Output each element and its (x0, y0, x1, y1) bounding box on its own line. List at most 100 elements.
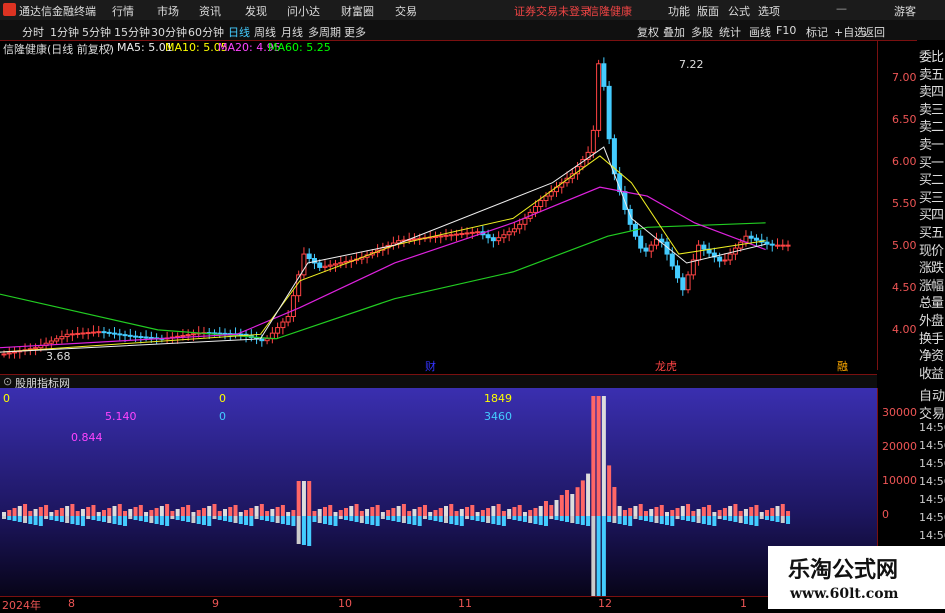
period-tab-9[interactable]: 多周期 (308, 24, 341, 40)
volume-bar (286, 512, 291, 516)
candles (1, 57, 791, 359)
quote-panel: 委比 卖五 卖四 卖三 卖二 卖一 买一 买二 买三 买四 买五 现价 涨跌 涨幅 总量 外盘 换手 净资 收益 (917, 40, 945, 385)
quote-row: 涨跌 (919, 261, 944, 277)
volume-bar (175, 509, 180, 516)
candle-body (506, 231, 512, 236)
minimize-icon[interactable]: — (836, 2, 847, 15)
user-label[interactable]: 游客 (894, 3, 916, 19)
period-tab-10[interactable]: 更多 (344, 24, 366, 40)
flow-bar (712, 516, 717, 526)
quote-row: 买二 (919, 173, 944, 189)
volume-bar (749, 507, 754, 516)
ind-value-6: 3460 (484, 410, 512, 423)
trade-row: 交易 (919, 407, 945, 422)
tool-button-2[interactable]: 多股 (691, 24, 713, 40)
volume-tick: 0 (882, 508, 889, 521)
menu-3[interactable]: 发现 (245, 3, 267, 19)
candle-body (285, 315, 291, 323)
indicator-settings-icon[interactable]: ⊙ (3, 375, 12, 388)
volume-bar (643, 511, 648, 516)
volume-bar (17, 506, 22, 516)
period-tab-5[interactable]: 60分钟 (188, 24, 224, 40)
tool-button-6[interactable]: 标记 (806, 24, 828, 40)
period-tab-2[interactable]: 5分钟 (82, 24, 111, 40)
trade-row: 14:56 (919, 457, 945, 470)
candlestick-chart[interactable] (0, 40, 877, 370)
flow-bar (96, 516, 101, 521)
flow-bar (701, 516, 706, 524)
volume-bar (764, 510, 769, 516)
menu-6[interactable]: 交易 (395, 3, 417, 19)
event-tag-finance[interactable]: 财 (425, 358, 436, 374)
tool-button-5[interactable]: F10 (776, 24, 796, 37)
flow-bar (12, 516, 17, 521)
tool-button-4[interactable]: 画线 (749, 24, 771, 40)
period-tab-0[interactable]: 分时 (22, 24, 44, 40)
volume-bar (159, 506, 164, 516)
flow-bar (686, 516, 691, 521)
flow-bar (601, 516, 606, 596)
event-tag-margin[interactable]: 融 (837, 358, 848, 374)
candle-body (133, 335, 139, 338)
tool-button-1[interactable]: 叠加 (663, 24, 685, 40)
candle-body (317, 262, 323, 268)
candle-body (596, 63, 602, 131)
period-tab-4[interactable]: 30分钟 (151, 24, 187, 40)
period-tab-1[interactable]: 1分钟 (50, 24, 79, 40)
event-tag-dragon[interactable]: 龙虎 (655, 358, 677, 374)
tool-button-0[interactable]: 复权 (637, 24, 659, 40)
volume-bar (312, 511, 317, 516)
quote-row: 净资 (919, 349, 944, 365)
flow-bar (717, 516, 722, 519)
tool-button-8[interactable]: 返回 (863, 24, 885, 40)
volume-bar (12, 508, 17, 516)
volume-bar (444, 506, 449, 516)
right-menu-0[interactable]: 功能 (668, 3, 690, 19)
period-tab-6[interactable]: 日线 (228, 24, 250, 40)
flow-bar (780, 516, 785, 523)
candle-body (727, 253, 733, 261)
candle-body (333, 263, 339, 266)
menu-2[interactable]: 资讯 (199, 3, 221, 19)
menu-4[interactable]: 问小达 (287, 3, 320, 19)
volume-bar (754, 505, 759, 516)
right-menu-1[interactable]: 版面 (697, 3, 719, 19)
right-menu-2[interactable]: 公式 (728, 3, 750, 19)
trade-status[interactable]: 证券交易未登录 (514, 3, 591, 19)
volume-bar (480, 510, 485, 516)
flow-bar (638, 516, 643, 520)
period-tab-8[interactable]: 月线 (281, 24, 303, 40)
flow-bar (428, 516, 433, 520)
menu-5[interactable]: 财富圈 (341, 3, 374, 19)
flow-bar (322, 516, 327, 524)
flow-bar (617, 516, 622, 524)
flow-bar (528, 516, 533, 523)
flow-bar (554, 516, 559, 520)
menu-1[interactable]: 市场 (157, 3, 179, 19)
flow-bar (349, 516, 354, 521)
volume-bar (696, 509, 701, 516)
candle-body (1, 353, 7, 356)
watermark: 乐淘公式网 www.60lt.com (768, 546, 945, 609)
volume-bar (70, 504, 75, 516)
volume-bar (691, 511, 696, 516)
volume-bar (144, 512, 149, 516)
volume-bar (228, 507, 233, 516)
flow-bar (275, 516, 280, 523)
volume-tick: 30000 (882, 406, 917, 419)
tool-button-3[interactable]: 统计 (719, 24, 741, 40)
period-tab-7[interactable]: 周线 (254, 24, 276, 40)
volume-bar (238, 512, 243, 516)
tool-button-7[interactable]: +自选 (834, 24, 865, 40)
quote-row: 买五 (919, 226, 944, 241)
period-tab-3[interactable]: 15分钟 (114, 24, 150, 40)
volume-bar (570, 494, 575, 516)
candle-body (517, 223, 523, 230)
right-menu-3[interactable]: 选项 (758, 3, 780, 19)
volume-bar (80, 509, 85, 516)
flow-bar (696, 516, 701, 523)
volume-bar (617, 506, 622, 516)
flow-bar (186, 516, 191, 522)
menu-0[interactable]: 行情 (112, 3, 134, 19)
flow-bar (44, 516, 49, 519)
